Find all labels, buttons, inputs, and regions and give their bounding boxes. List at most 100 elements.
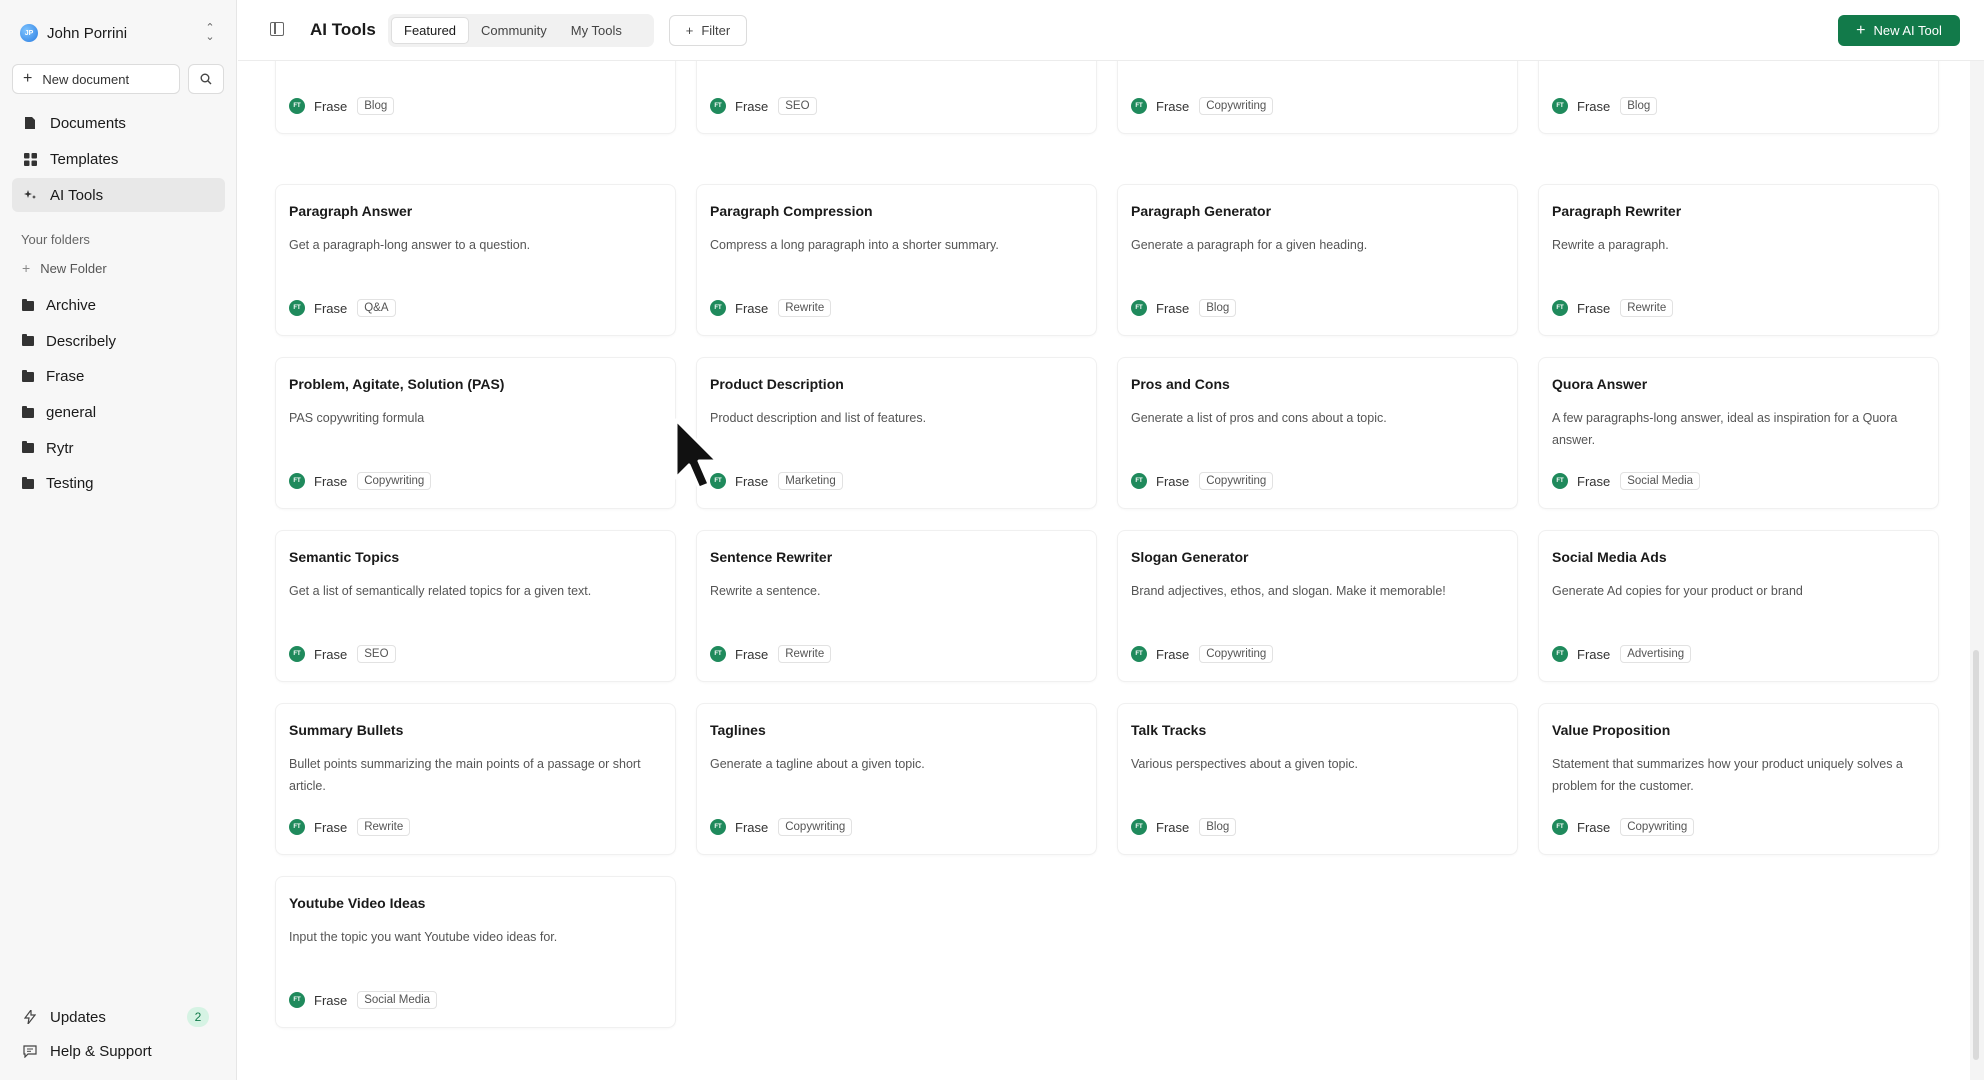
new-folder-button[interactable]: + New Folder	[22, 260, 107, 276]
tool-card-tag[interactable]: Q&A	[357, 299, 396, 317]
plus-icon: +	[685, 23, 694, 38]
nav-item-documents[interactable]: Documents	[12, 106, 225, 140]
sidebar-toggle-icon[interactable]	[270, 22, 284, 36]
account-switcher[interactable]: JP John Porrini ⌃ ⌄	[20, 20, 216, 46]
tool-card-description: Compress a long paragraph into a shorter…	[710, 238, 999, 252]
tool-card-tag[interactable]: Social Media	[357, 991, 438, 1009]
tool-card[interactable]: Value Proposition Statement that summariz…	[1538, 703, 1939, 855]
chat-icon	[22, 1043, 38, 1059]
search-icon	[200, 73, 212, 85]
tool-card[interactable]: Paragraph Answer Get a paragraph-long ans…	[275, 184, 676, 336]
tool-card-title: Paragraph Compression	[710, 203, 873, 219]
tool-card-footer: FT Frase Marketing	[710, 470, 843, 492]
user-name: John Porrini	[47, 24, 128, 42]
author-logo-icon: FT	[289, 819, 305, 835]
tool-card-tag[interactable]: Advertising	[1620, 645, 1692, 663]
author-logo-icon: FT	[1552, 646, 1568, 662]
tool-card[interactable]: Product Description Product description a…	[696, 357, 1097, 509]
tool-card[interactable]: Paragraph Rewriter Rewrite a paragraph. FT…	[1538, 184, 1939, 336]
tool-card-tag[interactable]: Copywriting	[1199, 472, 1274, 490]
folder-item-frase[interactable]: Frase	[12, 359, 225, 395]
tool-card[interactable]: Summary Bullets Bullet points summarizing…	[275, 703, 676, 855]
folder-item-rytr[interactable]: Rytr	[12, 430, 225, 466]
tool-card-tag[interactable]: Rewrite	[357, 818, 411, 836]
tool-card-tag[interactable]: Copywriting	[778, 818, 853, 836]
tool-card-tag[interactable]: Copywriting	[1199, 97, 1274, 115]
tool-card-description: A few paragraphs-long answer, ideal as i…	[1552, 411, 1898, 447]
tool-card-title: Value Proposition	[1552, 722, 1671, 738]
tool-card[interactable]: Sentence Rewriter Rewrite a sentence. FT Fr…	[696, 530, 1097, 682]
tab-group: Featured Community My Tools	[388, 14, 654, 47]
tool-card-description: Statement that summarizes how your produ…	[1552, 757, 1903, 793]
tool-card-tag[interactable]: Blog	[1199, 299, 1237, 317]
folder-item-general[interactable]: general	[12, 395, 225, 431]
tool-card-tag[interactable]: SEO	[357, 645, 396, 663]
filter-label: Filter	[701, 23, 731, 38]
new-ai-tool-label: New AI Tool	[1873, 23, 1942, 38]
updates-label: Updates	[50, 1008, 106, 1026]
new-ai-tool-button[interactable]: + New AI Tool	[1838, 15, 1960, 46]
tool-card[interactable]: Taglines Generate a tagline about a given…	[696, 703, 1097, 855]
updates-count-badge: 2	[187, 1007, 209, 1027]
folder-item-archive[interactable]: Archive	[12, 288, 225, 324]
tool-card-author: Frase	[314, 473, 348, 489]
tool-card-title: Summary Bullets	[289, 722, 404, 738]
tool-card-tag[interactable]: Copywriting	[357, 472, 432, 490]
tool-card-tag[interactable]: Marketing	[778, 472, 843, 490]
tool-card[interactable]: Paragraph Generator Generate a paragraph …	[1117, 184, 1518, 336]
tool-card-tag[interactable]: Rewrite	[1620, 299, 1674, 317]
tool-card[interactable]: Paragraph Compression Compress a long par…	[696, 184, 1097, 336]
folders-heading: Your folders	[21, 232, 90, 247]
plus-icon: +	[22, 260, 31, 276]
new-document-button[interactable]: + New document	[12, 64, 180, 94]
tool-card-tag[interactable]: Blog	[357, 97, 395, 115]
tool-card-footer: FT Frase Blog	[289, 95, 395, 117]
tool-card[interactable]: Talk Tracks Various perspectives about a …	[1117, 703, 1518, 855]
tool-card-footer: FT Frase Blog	[1131, 297, 1237, 319]
plus-icon: +	[1856, 21, 1866, 39]
tool-card[interactable]: Pros and Cons Generate a list of pros and…	[1117, 357, 1518, 509]
tool-card-author: Frase	[1156, 646, 1190, 662]
page-title: AI Tools	[310, 20, 376, 39]
tool-card-title: Paragraph Generator	[1131, 203, 1272, 219]
help-support-link[interactable]: Help & Support	[12, 1034, 225, 1068]
tool-card-footer: FT Frase Rewrite	[710, 643, 832, 665]
tool-card[interactable]: Youtube Video Ideas Input the topic you w…	[275, 876, 676, 1028]
tool-card-tag[interactable]: Social Media	[1620, 472, 1701, 490]
tool-card-tag[interactable]: Copywriting	[1620, 818, 1695, 836]
folder-item-describely[interactable]: Describely	[12, 324, 225, 360]
tool-card-tag[interactable]: SEO	[778, 97, 817, 115]
tool-card-tag[interactable]: Rewrite	[778, 299, 832, 317]
tab-my-tools[interactable]: My Tools	[559, 17, 634, 44]
folder-list: Archive Describely Frase general Rytr Te…	[12, 288, 225, 502]
tool-card-author: Frase	[314, 300, 348, 316]
folder-item-testing[interactable]: Testing	[12, 466, 225, 502]
tool-card[interactable]: Semantic Topics Get a list of semanticall…	[275, 530, 676, 682]
updates-link[interactable]: Updates 2	[12, 1000, 225, 1034]
tool-card-description: Brand adjectives, ethos, and slogan. Mak…	[1131, 584, 1446, 598]
author-logo-icon: FT	[1131, 300, 1147, 316]
author-logo-icon: FT	[710, 300, 726, 316]
search-button[interactable]	[188, 64, 224, 94]
tab-community[interactable]: Community	[469, 17, 559, 44]
tool-card-tag[interactable]: Copywriting	[1199, 645, 1274, 663]
scrollbar-track[interactable]	[1970, 0, 1984, 1080]
tool-card-footer: FT Frase Blog	[1131, 816, 1237, 838]
tool-card[interactable]: Social Media Ads Generate Ad copies for y…	[1538, 530, 1939, 682]
tool-card[interactable]: Quora Answer A few paragraphs-long answer…	[1538, 357, 1939, 509]
tab-featured[interactable]: Featured	[391, 17, 470, 44]
scrollbar-thumb[interactable]	[1973, 650, 1979, 1060]
nav-item-ai-tools[interactable]: AI Tools	[12, 178, 225, 212]
tool-card-tag[interactable]: Blog	[1620, 97, 1658, 115]
folder-icon	[22, 334, 34, 347]
nav-item-label: Templates	[50, 150, 119, 168]
tool-card-description: Get a list of semantically related topic…	[289, 584, 592, 598]
tool-card-tag[interactable]: Rewrite	[778, 645, 832, 663]
tool-card[interactable]: Problem, Agitate, Solution (PAS) PAS copy…	[275, 357, 676, 509]
nav-item-templates[interactable]: Templates	[12, 142, 225, 176]
tool-card-description: Rewrite a paragraph.	[1552, 238, 1669, 252]
tool-card-author: Frase	[1577, 98, 1611, 114]
tool-card-tag[interactable]: Blog	[1199, 818, 1237, 836]
filter-button[interactable]: + Filter	[669, 15, 747, 46]
tool-card[interactable]: Slogan Generator Brand adjectives, ethos,…	[1117, 530, 1518, 682]
